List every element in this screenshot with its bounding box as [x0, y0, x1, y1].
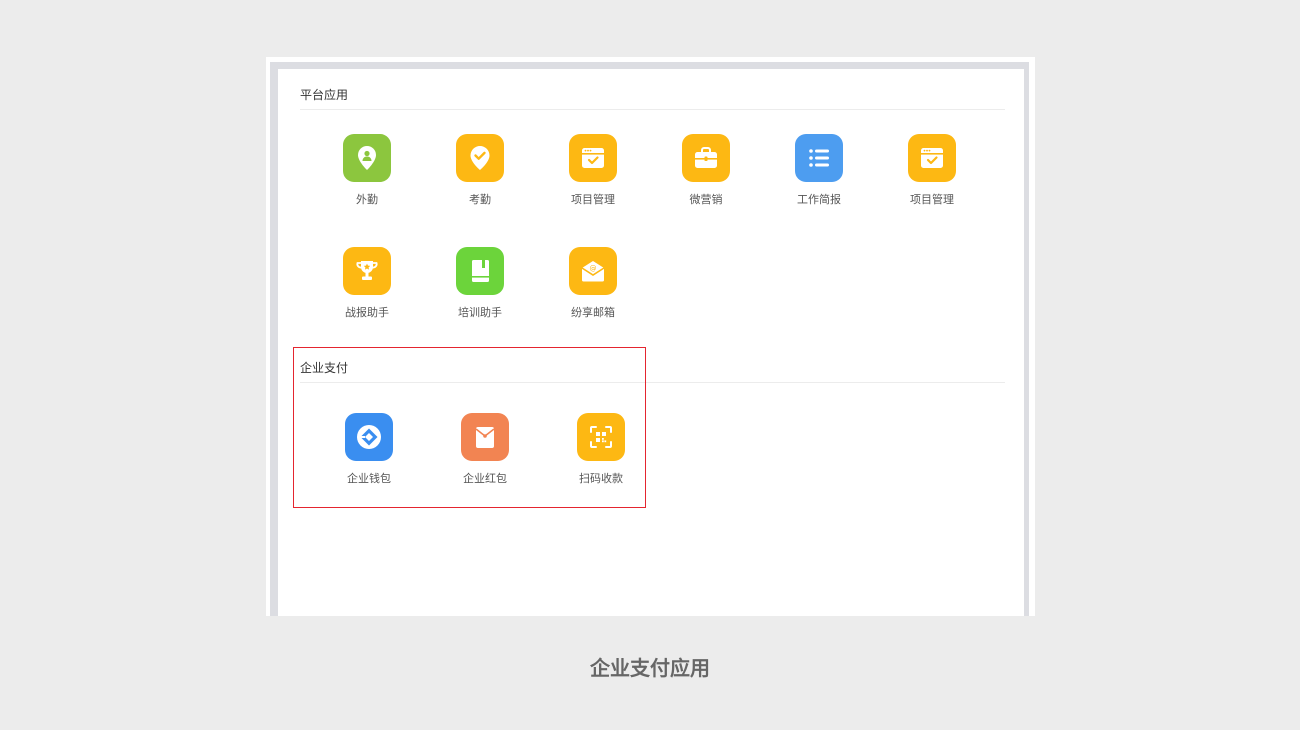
app-work-report[interactable]: 工作简报 [769, 134, 869, 207]
calendar-check-icon [908, 134, 956, 182]
app-label: 考勤 [469, 193, 491, 206]
app-label: 战报助手 [345, 306, 389, 319]
calendar-check-icon [569, 134, 617, 182]
app-label: 培训助手 [458, 306, 502, 319]
app-label: 工作简报 [797, 193, 841, 206]
apps-panel: 平台应用 外勤 考勤 项目管理 微营销 工作简报 项目管理 战报助手 培训助手 … [278, 69, 1024, 616]
screenshot-frame: 平台应用 外勤 考勤 项目管理 微营销 工作简报 项目管理 战报助手 培训助手 … [266, 57, 1035, 616]
app-label: 项目管理 [571, 193, 615, 206]
book-icon [456, 247, 504, 295]
app-label: 外勤 [356, 193, 378, 206]
location-person-icon [343, 134, 391, 182]
svg-text:@: @ [590, 265, 597, 273]
section-title-platform: 平台应用 [300, 88, 349, 102]
app-outwork[interactable]: 外勤 [317, 134, 417, 207]
checkmark-pin-icon [456, 134, 504, 182]
app-attendance[interactable]: 考勤 [430, 134, 530, 207]
app-label: 纷享邮箱 [571, 306, 615, 319]
app-fxiaoke-mail[interactable]: @ 纷享邮箱 [543, 247, 643, 320]
app-battle-report[interactable]: 战报助手 [317, 247, 417, 320]
trophy-icon [343, 247, 391, 295]
app-micro-marketing[interactable]: 微营销 [656, 134, 756, 207]
briefcase-icon [682, 134, 730, 182]
list-icon [795, 134, 843, 182]
caption: 企业支付应用 [590, 656, 710, 680]
app-label: 微营销 [689, 193, 723, 206]
highlight-box [293, 347, 646, 508]
app-training[interactable]: 培训助手 [430, 247, 530, 320]
mail-icon: @ [569, 247, 617, 295]
window-border: 平台应用 外勤 考勤 项目管理 微营销 工作简报 项目管理 战报助手 培训助手 … [270, 62, 1029, 616]
app-label: 项目管理 [910, 193, 954, 206]
app-project-management[interactable]: 项目管理 [543, 134, 643, 207]
app-project-management-2[interactable]: 项目管理 [882, 134, 982, 207]
section-divider [300, 109, 1005, 110]
